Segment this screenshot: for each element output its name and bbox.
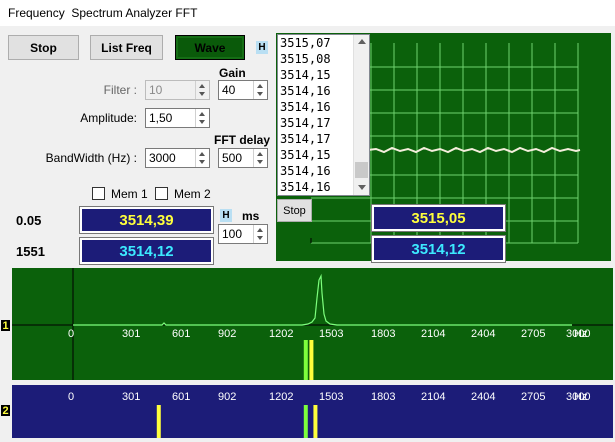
scroll-down-icon[interactable] bbox=[358, 185, 366, 190]
frequency-readout-2: 3514,12 bbox=[79, 237, 214, 265]
amplitude-spinner-icon[interactable] bbox=[195, 109, 209, 127]
filter-label: Filter : bbox=[103, 83, 137, 97]
stop-button[interactable]: Stop bbox=[8, 35, 79, 60]
spectrum-tick-label: 1803 bbox=[371, 328, 395, 340]
channel-1-label: 1 bbox=[1, 319, 10, 332]
fft-delay-value: 500 bbox=[222, 151, 243, 165]
waterfall-tick-label: 2404 bbox=[471, 391, 495, 403]
spectrum-unit-label: Hz bbox=[574, 328, 587, 340]
spectrum-tick-label: 2705 bbox=[521, 328, 545, 340]
amplitude-label: Amplitude: bbox=[80, 111, 137, 125]
ms-spinner-icon[interactable] bbox=[253, 225, 267, 243]
mem2-label: Mem 2 bbox=[174, 187, 211, 201]
spectrum-marker-green bbox=[303, 340, 308, 380]
waterfall-marker-green bbox=[303, 405, 308, 438]
fft-delay-label: FFT delay bbox=[214, 133, 271, 147]
window-title: Frequency Spectrum Analyzer FFT bbox=[8, 6, 198, 20]
channel-2-label: 2 bbox=[1, 404, 10, 417]
spectrum-tick-label: 1503 bbox=[319, 328, 343, 340]
waterfall-tick-label: 0 bbox=[68, 391, 74, 403]
filter-spinner-icon[interactable] bbox=[195, 81, 209, 99]
amplitude-input[interactable]: 1,50 bbox=[145, 108, 210, 128]
waterfall-tick-label: 1202 bbox=[269, 391, 293, 403]
ms-input[interactable]: 100 bbox=[218, 224, 268, 244]
level-value: 0.05 bbox=[16, 213, 42, 228]
scroll-thumb[interactable] bbox=[355, 162, 368, 178]
spectrum-trace bbox=[73, 273, 572, 326]
mem1-checkbox[interactable] bbox=[92, 187, 105, 200]
list-freq-button[interactable]: List Freq bbox=[90, 35, 163, 60]
bandwidth-value: 3000 bbox=[149, 151, 176, 165]
fft-delay-input[interactable]: 500 bbox=[218, 148, 268, 168]
ms-label: ms bbox=[242, 209, 260, 223]
list-stop-button[interactable]: Stop bbox=[277, 199, 312, 222]
spectrum-tick-label: 902 bbox=[218, 328, 236, 340]
filter-value: 10 bbox=[149, 83, 163, 97]
spectrum-marker-yellow bbox=[309, 340, 314, 380]
gain-label: Gain bbox=[219, 66, 246, 80]
waterfall-tick-label: 1503 bbox=[319, 391, 343, 403]
waterfall-tick-label: 301 bbox=[122, 391, 140, 403]
bandwidth-input[interactable]: 3000 bbox=[145, 148, 210, 168]
spectrum-panel: 0 301 601 902 1202 1503 1803 2104 2404 2705 3000 Hz bbox=[12, 268, 613, 380]
waterfall-tick-label: 2104 bbox=[421, 391, 445, 403]
frequency-readout-1: 3514,39 bbox=[79, 206, 214, 234]
scroll-up-icon[interactable] bbox=[358, 39, 366, 44]
mem1-label: Mem 1 bbox=[111, 187, 148, 201]
bandwidth-spinner-icon[interactable] bbox=[195, 149, 209, 167]
ms-value: 100 bbox=[222, 227, 243, 241]
spectrum-tick-label: 601 bbox=[172, 328, 190, 340]
waterfall-tick-label: 601 bbox=[172, 391, 190, 403]
spectrum-tick-label: 2104 bbox=[421, 328, 445, 340]
mem2-checkbox[interactable] bbox=[155, 187, 168, 200]
spectrum-tick-label: 0 bbox=[68, 328, 74, 340]
gain-input[interactable]: 40 bbox=[218, 80, 268, 100]
waterfall-tick-label: 902 bbox=[218, 391, 236, 403]
gain-value: 40 bbox=[222, 83, 236, 97]
frequency-readout-3: 3515,05 bbox=[371, 204, 506, 232]
filter-input[interactable]: 10 bbox=[145, 80, 210, 100]
waterfall-panel: 0 301 601 902 1202 1503 1803 2104 2404 2705 3000 Hz bbox=[12, 385, 613, 438]
frequency-list-scrollbar[interactable] bbox=[353, 35, 369, 195]
waterfall-plot: 0 301 601 902 1202 1503 1803 2104 2404 2705 3000Hz bbox=[68, 391, 590, 438]
amplitude-value: 1,50 bbox=[149, 111, 173, 125]
waterfall-tick-label: 2705 bbox=[521, 391, 545, 403]
title-bar: Frequency Spectrum Analyzer FFT bbox=[0, 0, 615, 26]
count-value: 1551 bbox=[16, 244, 45, 259]
waterfall-marker-yellow-a bbox=[156, 405, 161, 438]
waterfall-marker-yellow-b bbox=[313, 405, 318, 438]
fft-delay-spinner-icon[interactable] bbox=[253, 149, 267, 167]
waterfall-unit-label: Hz bbox=[574, 391, 587, 403]
spectrum-plot: 0 301 601 902 1202 1503 1803 2104 2404 2705 3000Hz bbox=[12, 268, 613, 380]
spectrum-tick-label: 1202 bbox=[269, 328, 293, 340]
waveform-trace bbox=[367, 146, 581, 154]
ms-h-badge[interactable]: H bbox=[220, 209, 232, 222]
wave-button[interactable]: Wave bbox=[175, 35, 245, 60]
spectrum-tick-label: 2404 bbox=[471, 328, 495, 340]
waterfall-tick-label: 1803 bbox=[371, 391, 395, 403]
frequency-readout-4: 3514,12 bbox=[371, 235, 506, 263]
spectrum-tick-label: 301 bbox=[122, 328, 140, 340]
gain-spinner-icon[interactable] bbox=[253, 81, 267, 99]
bandwidth-label: BandWidth (Hz) : bbox=[45, 151, 137, 165]
h-toggle-badge[interactable]: H bbox=[256, 41, 268, 54]
